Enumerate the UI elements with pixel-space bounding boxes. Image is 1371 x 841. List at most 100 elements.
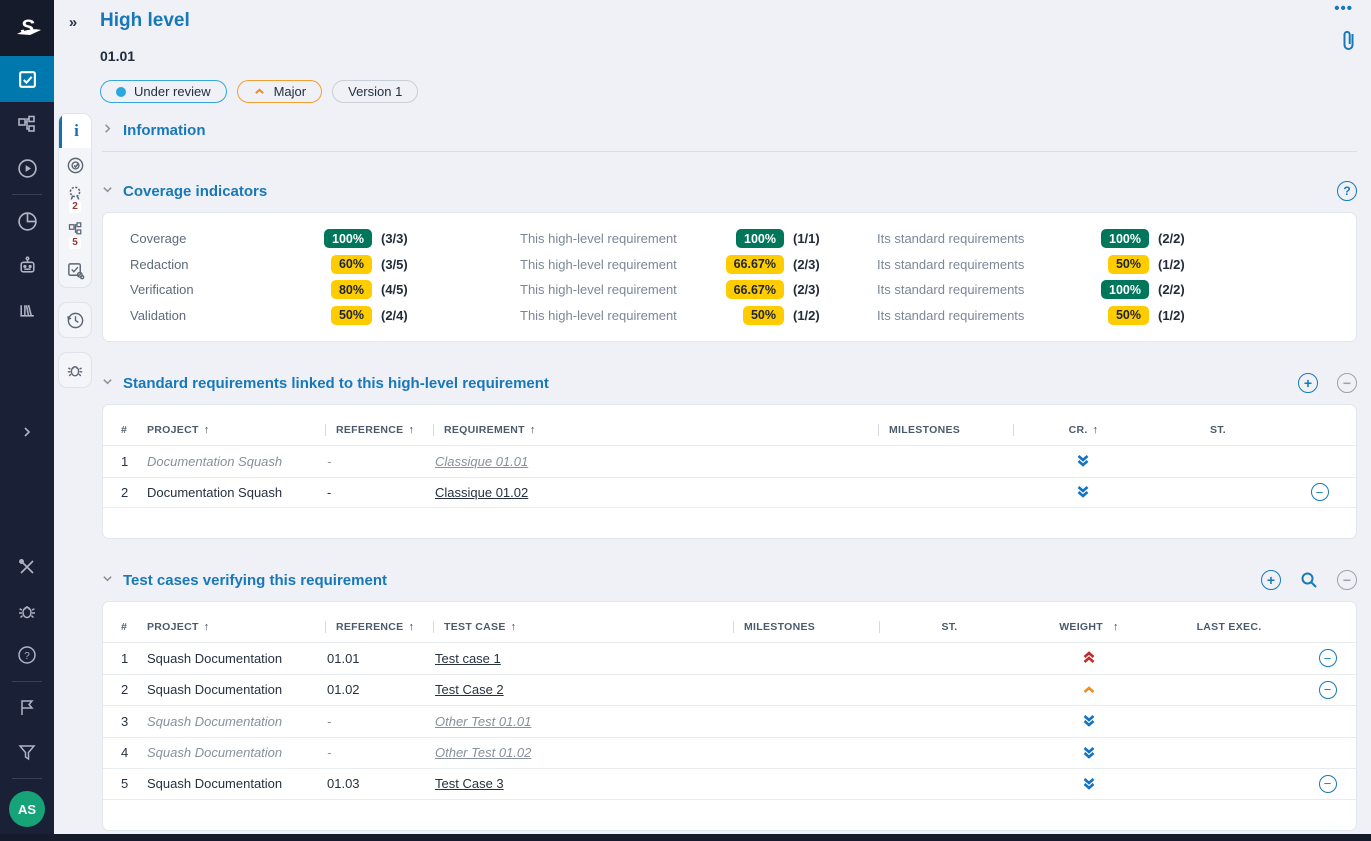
table-row[interactable]: 1 Documentation Squash - Classique 01.01 xyxy=(103,445,1356,477)
std-requirements-label: Its standard requirements xyxy=(877,308,1091,323)
column-milestones[interactable]: MILESTONES xyxy=(878,424,1013,436)
reference-cell: 01.01 xyxy=(325,651,433,666)
column-reference[interactable]: REFERENCE↑ xyxy=(325,621,433,633)
column-requirement[interactable]: REQUIREMENT↑ xyxy=(433,424,878,436)
test-case-link[interactable]: Test case 1 xyxy=(435,651,501,666)
requirement-link[interactable]: Classique 01.01 xyxy=(435,454,528,469)
sidebar-item-bugtracker[interactable] xyxy=(0,589,54,633)
squash-logo[interactable]: S xyxy=(0,0,54,56)
status-badge[interactable]: Under review xyxy=(100,80,227,103)
column-status[interactable]: ST. xyxy=(879,621,1019,633)
sort-asc-icon: ↑ xyxy=(204,424,210,436)
coverage-rate-fraction: (2/2) xyxy=(1158,282,1356,297)
table-row[interactable]: 2 Documentation Squash - Classique 01.02… xyxy=(103,477,1356,509)
rail-tab-verifying-test-cases[interactable]: 5 xyxy=(59,217,91,253)
badge-row: Under review Major Version 1 xyxy=(100,80,1355,103)
table-row[interactable]: 3 Squash Documentation - Other Test 01.0… xyxy=(103,705,1356,737)
sidebar-item-test-cases[interactable] xyxy=(0,102,54,146)
chevron-right-icon[interactable] xyxy=(102,123,114,137)
version-badge[interactable]: Version 1 xyxy=(332,80,418,103)
column-criticality[interactable]: CR.↑ xyxy=(1013,424,1153,436)
table-row[interactable]: 5 Squash Documentation 01.03 Test Case 3… xyxy=(103,768,1356,800)
information-section-title[interactable]: Information xyxy=(123,122,206,139)
user-avatar[interactable]: AS xyxy=(9,791,45,827)
test-cases-table: # PROJECT↑ REFERENCE↑ TEST CASE↑ MILESTO… xyxy=(102,601,1357,831)
sidebar-item-administration[interactable] xyxy=(0,545,54,589)
column-status[interactable]: ST. xyxy=(1210,424,1226,436)
column-num[interactable]: # xyxy=(103,424,145,436)
sort-asc-icon: ↑ xyxy=(1093,424,1099,436)
chevron-down-icon[interactable] xyxy=(102,184,114,198)
coverage-section-header: Coverage indicators ? xyxy=(102,176,1357,206)
sort-asc-icon: ↑ xyxy=(1113,621,1119,633)
verifying-test-cases-count-badge: 5 xyxy=(69,237,81,249)
coverage-help-button[interactable]: ? xyxy=(1337,181,1357,201)
more-actions-button[interactable]: ••• xyxy=(1334,0,1353,17)
criticality-badge[interactable]: Major xyxy=(237,80,323,103)
coverage-rate-fraction: (2/4) xyxy=(381,308,520,323)
rail-tab-verified-by[interactable] xyxy=(59,253,91,287)
content-column: Information Coverage indicators ? Covera… xyxy=(92,113,1371,834)
unlink-row-button[interactable]: − xyxy=(1319,681,1337,699)
history-clock-icon xyxy=(66,311,85,330)
linked-requirements-section-title[interactable]: Standard requirements linked to this hig… xyxy=(123,375,549,392)
table-row[interactable]: 4 Squash Documentation - Other Test 01.0… xyxy=(103,737,1356,769)
coverage-row-label: Redaction xyxy=(130,257,312,272)
row-number: 4 xyxy=(103,745,145,760)
sidebar-item-help[interactable]: ? xyxy=(0,633,54,677)
test-case-link[interactable]: Test Case 2 xyxy=(435,682,504,697)
chevron-down-icon[interactable] xyxy=(102,376,114,390)
chevron-down-icon[interactable] xyxy=(102,573,114,587)
rail-tab-history[interactable] xyxy=(59,303,91,337)
column-last-exec[interactable]: LAST EXEC. xyxy=(1197,621,1262,633)
coverage-section-title[interactable]: Coverage indicators xyxy=(123,183,267,200)
sidebar-item-library[interactable] xyxy=(0,287,54,331)
test-cases-section-title[interactable]: Test cases verifying this requirement xyxy=(123,572,387,589)
weight-high-icon xyxy=(1081,682,1097,698)
remove-test-case-button[interactable]: − xyxy=(1337,570,1357,590)
table-row[interactable]: 1 Squash Documentation 01.01 Test case 1… xyxy=(103,642,1356,674)
std-requirements-label: Its standard requirements xyxy=(877,282,1091,297)
link-requirement-button[interactable]: + xyxy=(1298,373,1318,393)
attachments-button[interactable] xyxy=(1340,28,1357,57)
rail-tab-issues[interactable] xyxy=(59,353,91,387)
sidebar-expand-button[interactable] xyxy=(0,417,54,447)
rail-tab-linked-requirements[interactable]: 2 xyxy=(59,182,91,217)
coverage-rate-fraction: (1/2) xyxy=(793,308,877,323)
collapse-tree-button[interactable]: » xyxy=(62,14,84,31)
column-project[interactable]: PROJECT↑ xyxy=(145,621,325,633)
unlink-requirement-button[interactable]: − xyxy=(1337,373,1357,393)
column-num[interactable]: # xyxy=(103,621,145,633)
sidebar-item-reporting[interactable] xyxy=(0,199,54,243)
sidebar-divider xyxy=(12,194,42,195)
criticality-badge-label: Major xyxy=(274,84,307,99)
column-test-case[interactable]: TEST CASE↑ xyxy=(433,621,733,633)
std-requirements-label: Its standard requirements xyxy=(877,257,1091,272)
add-test-case-button[interactable]: + xyxy=(1261,570,1281,590)
test-case-link[interactable]: Test Case 3 xyxy=(435,776,504,791)
rail-tab-information[interactable]: i xyxy=(59,114,91,148)
column-weight[interactable]: WEIGHT↑ xyxy=(1059,621,1119,633)
unlink-row-button[interactable]: − xyxy=(1311,483,1329,501)
project-cell: Squash Documentation xyxy=(145,682,325,697)
test-case-link[interactable]: Other Test 01.02 xyxy=(435,745,531,760)
sidebar-item-filter[interactable] xyxy=(0,730,54,774)
column-project[interactable]: PROJECT↑ xyxy=(145,424,325,436)
requirement-link[interactable]: Classique 01.02 xyxy=(435,485,528,500)
sidebar-item-executions[interactable] xyxy=(0,146,54,190)
search-test-cases-button[interactable] xyxy=(1298,569,1320,591)
table-row[interactable]: 2 Squash Documentation 01.02 Test Case 2… xyxy=(103,674,1356,706)
column-milestones[interactable]: MILESTONES xyxy=(733,621,879,633)
unlink-row-button[interactable]: − xyxy=(1319,775,1337,793)
rail-group-issues xyxy=(58,352,92,388)
unlink-row-button[interactable]: − xyxy=(1319,649,1337,667)
plus-icon: + xyxy=(1304,376,1312,390)
test-case-link[interactable]: Other Test 01.01 xyxy=(435,714,531,729)
linked-requirements-count-badge: 2 xyxy=(69,201,81,213)
sidebar-item-requirements[interactable] xyxy=(0,56,54,102)
column-reference[interactable]: REFERENCE↑ xyxy=(325,424,433,436)
rail-tab-coverage[interactable] xyxy=(59,148,91,182)
sidebar-item-automation[interactable] xyxy=(0,243,54,287)
weight-low-icon xyxy=(1081,713,1097,729)
sidebar-item-milestones[interactable] xyxy=(0,686,54,730)
